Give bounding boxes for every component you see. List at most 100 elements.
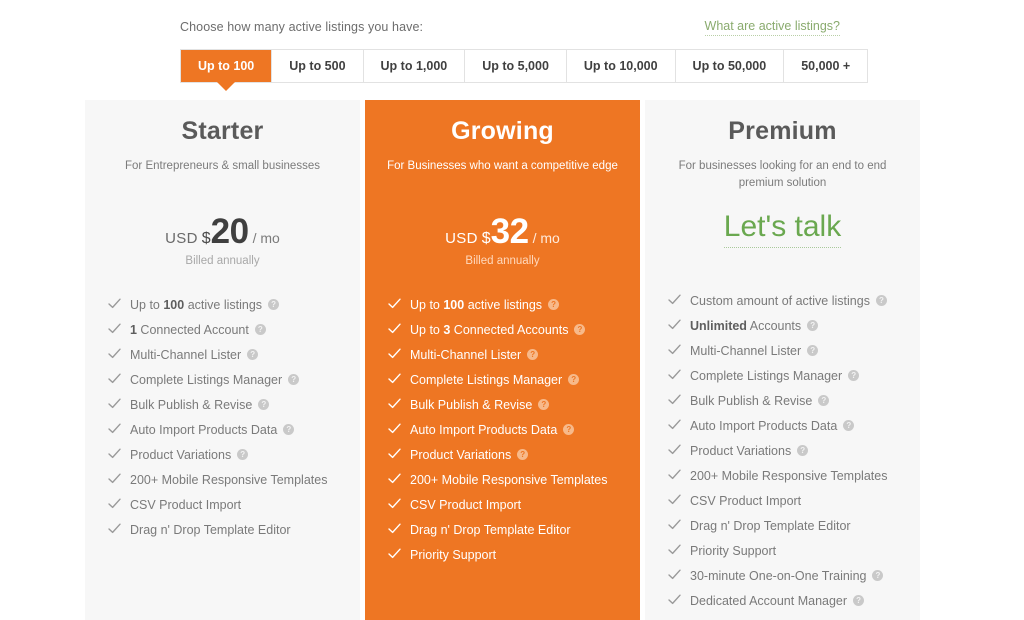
- price-billing-note: Billed annually: [185, 255, 260, 267]
- help-icon[interactable]: ?: [517, 449, 529, 460]
- feature-label: Bulk Publish & Revise: [690, 393, 813, 408]
- pricing-page: Choose how many active listings you have…: [0, 0, 1024, 620]
- check-icon: [667, 567, 682, 582]
- tab-tier-0[interactable]: Up to 100: [181, 50, 273, 82]
- help-icon[interactable]: ?: [268, 299, 280, 310]
- plan-title-growing: Growing: [451, 117, 554, 145]
- check-icon: [387, 421, 402, 436]
- check-icon: [387, 296, 402, 311]
- plan-cta-block-premium: Let's talk: [645, 210, 920, 272]
- tab-tier-2[interactable]: Up to 1,000: [363, 50, 466, 82]
- check-icon: [107, 496, 122, 511]
- feature-item: Drag n' Drop Template Editor: [107, 517, 350, 542]
- feature-item: Complete Listings Manager?: [387, 367, 630, 392]
- feature-item: Drag n' Drop Template Editor: [667, 513, 910, 538]
- check-icon: [667, 542, 682, 557]
- help-icon[interactable]: ?: [254, 324, 266, 335]
- help-icon[interactable]: ?: [853, 595, 865, 606]
- feature-label: 30-minute One-on-One Training: [690, 568, 867, 583]
- tab-tier-6[interactable]: 50,000 +: [784, 50, 868, 82]
- feature-label: Drag n' Drop Template Editor: [410, 522, 571, 537]
- listings-prompt: Choose how many active listings you have…: [180, 20, 424, 34]
- check-icon: [107, 296, 122, 311]
- check-icon: [387, 346, 402, 361]
- listing-tier-tabs[interactable]: Up to 100 Up to 500 Up to 1,000 Up to 5,000…: [180, 49, 869, 83]
- tab-tier-5[interactable]: Up to 50,000: [675, 50, 785, 82]
- help-icon[interactable]: ?: [574, 324, 586, 335]
- help-icon[interactable]: ?: [797, 445, 809, 456]
- feature-label: Auto Import Products Data: [130, 422, 278, 437]
- feature-item: Auto Import Products Data?: [387, 417, 630, 442]
- feature-label: CSV Product Import: [690, 493, 802, 508]
- plan-price-starter: USD $20/ mo Billed annually: [85, 214, 360, 276]
- pricing-cards: Starter For Entrepreneurs & small busines…: [85, 100, 940, 620]
- help-icon[interactable]: ?: [538, 399, 550, 410]
- feature-list-starter: Up to 100 active listings? 1 Connected Ac…: [85, 292, 360, 542]
- help-icon[interactable]: ?: [568, 374, 580, 385]
- help-icon[interactable]: ?: [283, 424, 295, 435]
- plan-title-starter: Starter: [181, 117, 264, 145]
- help-icon[interactable]: ?: [258, 399, 270, 410]
- help-icon[interactable]: ?: [818, 395, 830, 406]
- feature-item: Complete Listings Manager?: [667, 363, 910, 388]
- help-icon[interactable]: ?: [875, 295, 887, 306]
- help-icon[interactable]: ?: [872, 570, 884, 581]
- feature-label: Up to 3 Connected Accounts: [410, 322, 569, 337]
- check-icon: [667, 392, 682, 407]
- feature-item: Bulk Publish & Revise?: [107, 392, 350, 417]
- check-icon: [667, 317, 682, 332]
- help-icon[interactable]: ?: [527, 349, 539, 360]
- check-icon: [107, 471, 122, 486]
- feature-item: 1 Connected Account?: [107, 317, 350, 342]
- check-icon: [107, 521, 122, 536]
- feature-item: 30-minute One-on-One Training?: [667, 563, 910, 588]
- feature-label: CSV Product Import: [130, 497, 242, 512]
- feature-item: Auto Import Products Data?: [107, 417, 350, 442]
- tab-tier-3[interactable]: Up to 5,000: [465, 50, 567, 82]
- help-icon[interactable]: ?: [548, 299, 560, 310]
- feature-label: Custom amount of active listings: [690, 293, 870, 308]
- price-period: / mo: [532, 230, 560, 246]
- help-icon[interactable]: ?: [288, 374, 300, 385]
- lets-talk-link[interactable]: Let's talk: [723, 210, 842, 248]
- feature-label: Complete Listings Manager: [690, 368, 843, 383]
- tab-tier-1[interactable]: Up to 500: [272, 50, 364, 82]
- check-icon: [107, 371, 122, 386]
- tab-tier-4[interactable]: Up to 10,000: [566, 50, 676, 82]
- feature-item: Priority Support: [667, 538, 910, 563]
- feature-label: Dedicated Account Manager: [690, 593, 848, 608]
- help-icon[interactable]: ?: [843, 420, 855, 431]
- feature-label: Bulk Publish & Revise: [410, 397, 533, 412]
- help-icon[interactable]: ?: [807, 320, 819, 331]
- feature-item: Product Variations?: [387, 442, 630, 467]
- feature-item: Auto Import Products Data?: [667, 413, 910, 438]
- feature-list-premium: Custom amount of active listings? Unlimit…: [645, 288, 920, 613]
- check-icon: [667, 292, 682, 307]
- feature-item: 200+ Mobile Responsive Templates: [107, 467, 350, 492]
- feature-label: Drag n' Drop Template Editor: [690, 518, 851, 533]
- feature-label: Complete Listings Manager: [410, 372, 563, 387]
- help-icon[interactable]: ?: [807, 345, 819, 356]
- what-are-active-listings-link[interactable]: What are active listings?: [704, 19, 840, 36]
- check-icon: [667, 592, 682, 607]
- check-icon: [387, 396, 402, 411]
- check-icon: [107, 396, 122, 411]
- check-icon: [387, 471, 402, 486]
- feature-item: Unlimited Accounts?: [667, 313, 910, 338]
- header-bar: Choose how many active listings you have…: [180, 16, 840, 38]
- feature-label: Unlimited Accounts: [690, 318, 802, 333]
- help-icon[interactable]: ?: [247, 349, 259, 360]
- help-icon[interactable]: ?: [237, 449, 249, 460]
- feature-label: Priority Support: [410, 547, 497, 562]
- feature-item: Product Variations?: [667, 438, 910, 463]
- price-billing-note: Billed annually: [465, 255, 540, 267]
- check-icon: [667, 467, 682, 482]
- plan-subtitle-premium: For businesses looking for an end to end…: [678, 160, 887, 189]
- plan-title-premium: Premium: [728, 117, 837, 145]
- pricing-card-starter: Starter For Entrepreneurs & small busines…: [85, 100, 360, 620]
- help-icon[interactable]: ?: [848, 370, 860, 381]
- check-icon: [667, 442, 682, 457]
- help-icon[interactable]: ?: [563, 424, 575, 435]
- plan-price-growing: USD $32/ mo Billed annually: [365, 214, 640, 276]
- price-currency: USD: [445, 230, 478, 247]
